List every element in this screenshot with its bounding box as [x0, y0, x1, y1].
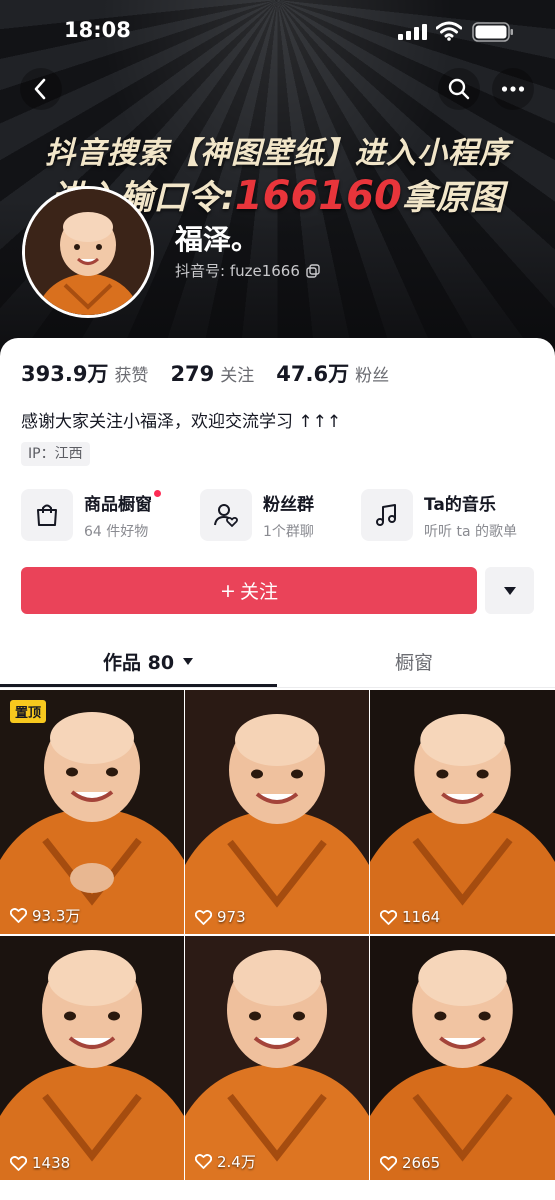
music-note-icon [376, 504, 396, 526]
status-bar: 18:08 [0, 0, 555, 66]
profile-card: 393.9万 获赞 279 关注 47.6万 粉丝 感谢大家关注小福泽，欢迎交流… [0, 338, 555, 1200]
copy-icon[interactable] [306, 263, 320, 278]
video-thumbnail[interactable]: 1438 [0, 936, 184, 1180]
shortcut-icon-box [361, 489, 413, 541]
likes-count: 1438 [32, 1154, 71, 1172]
shortcut-title-text: 商品橱窗 [84, 494, 152, 515]
video-likes: 93.3万 [10, 905, 80, 926]
tab-shop-window[interactable]: 橱窗 [395, 648, 433, 675]
search-button[interactable] [438, 68, 480, 110]
shortcut-shop-window[interactable]: 商品橱窗 64 件好物 [21, 489, 161, 541]
promo-line-1: 抖音搜索【神图壁纸】进入小程序 [45, 136, 510, 171]
more-options-button[interactable] [492, 68, 534, 110]
heart-icon [195, 1154, 212, 1169]
caret-down-icon [503, 586, 516, 595]
likes-count: 973 [217, 908, 246, 926]
follow-label: 关注 [239, 581, 278, 603]
shortcut-title: 粉丝群 [263, 494, 314, 515]
recommend-dropdown-button[interactable] [485, 567, 534, 614]
fan-group-icon [214, 504, 238, 527]
chevron-left-icon [34, 78, 46, 100]
stat-label: 粉丝 [355, 366, 390, 386]
monk-child-image [185, 936, 369, 1180]
monk-child-image [0, 936, 184, 1180]
search-icon [448, 78, 470, 100]
profile-name: 福泽。 [175, 223, 260, 256]
battery-icon [472, 22, 513, 42]
likes-count: 2.4万 [217, 1153, 256, 1171]
shortcut-subtitle: 1个群聊 [263, 523, 314, 540]
profile-stats: 393.9万 获赞 279 关注 47.6万 粉丝 [21, 358, 411, 388]
shortcut-icon-box [200, 489, 252, 541]
stat-value: 47.6万 [276, 362, 350, 386]
video-likes: 1164 [380, 908, 440, 926]
video-thumbnail[interactable]: 2665 [370, 936, 555, 1180]
shortcut-icon-box [21, 489, 73, 541]
shortcut-text: 粉丝群 1个群聊 [263, 490, 314, 541]
stat-value: 279 [170, 362, 215, 386]
stat-likes[interactable]: 393.9万 获赞 [21, 358, 148, 388]
video-likes: 2.4万 [195, 1151, 256, 1172]
likes-count: 93.3万 [32, 907, 81, 925]
heart-icon [10, 1155, 27, 1171]
shortcut-fan-group[interactable]: 粉丝群 1个群聊 [200, 489, 314, 541]
profile-bio: 感谢大家关注小福泽，欢迎交流学习 ↑↑↑ [21, 412, 342, 432]
monk-child-image [0, 690, 184, 934]
shopping-bag-icon [37, 504, 57, 526]
tab-label: 作品 80 [103, 652, 175, 674]
stat-followers[interactable]: 47.6万 粉丝 [276, 358, 389, 388]
stat-value: 393.9万 [21, 362, 109, 386]
home-indicator[interactable] [178, 1184, 378, 1189]
video-likes: 973 [195, 908, 246, 926]
shortcut-subtitle: 64 件好物 [84, 523, 149, 540]
heart-icon [380, 1155, 397, 1171]
tab-works[interactable]: 作品 80 [103, 648, 194, 675]
monk-child-image [185, 690, 369, 934]
shortcut-music[interactable]: Ta的音乐 听听 ta 的歌单 [361, 489, 517, 541]
shortcut-title: Ta的音乐 [424, 494, 496, 515]
stat-following[interactable]: 279 关注 [170, 361, 254, 386]
shortcut-text: 商品橱窗 64 件好物 [84, 489, 161, 541]
monk-child-image [370, 936, 555, 1180]
cellular-signal-icon [398, 24, 427, 40]
likes-count: 1164 [402, 908, 441, 926]
heart-icon [380, 909, 397, 925]
douyin-id: 抖音号: fuze1666 [175, 260, 320, 281]
video-likes: 2665 [380, 1154, 440, 1172]
active-tab-indicator [0, 684, 277, 687]
avatar[interactable] [22, 186, 154, 318]
follow-button[interactable]: + 关注 [21, 567, 477, 614]
ip-location-tag: IP：江西 [21, 442, 90, 466]
shortcut-subtitle: 听听 ta 的歌单 [424, 523, 517, 540]
plus-icon: + [220, 579, 236, 602]
video-thumbnail[interactable]: 2.4万 [185, 936, 369, 1180]
video-likes: 1438 [10, 1154, 70, 1172]
promo-suffix: 拿原图 [401, 178, 504, 218]
heart-icon [195, 909, 212, 925]
stat-label: 获赞 [114, 366, 149, 386]
stat-label: 关注 [220, 366, 255, 386]
promo-code: 166160 [234, 173, 402, 219]
heart-icon [10, 908, 27, 923]
video-thumbnail[interactable]: 973 [185, 690, 369, 934]
pinned-badge: 置顶 [10, 700, 47, 723]
avatar-image [25, 189, 151, 315]
likes-count: 2665 [402, 1154, 441, 1172]
content-tabs: 作品 80 橱窗 [0, 634, 555, 688]
caret-down-icon [183, 658, 194, 665]
video-thumbnail[interactable]: 1164 [370, 690, 555, 934]
ellipsis-icon [501, 86, 525, 92]
video-grid: 置顶 93.3万 973 1164 1438 2.4万 2665 [0, 690, 555, 1180]
monk-child-image [370, 690, 555, 934]
wifi-icon [436, 21, 462, 41]
douyin-id-text: 抖音号: fuze1666 [175, 262, 300, 280]
shortcut-title: 商品橱窗 [84, 489, 161, 515]
notification-dot [154, 489, 161, 497]
back-button[interactable] [20, 68, 62, 110]
video-thumbnail[interactable]: 置顶 93.3万 [0, 690, 184, 934]
status-time: 18:08 [64, 18, 131, 42]
shortcut-text: Ta的音乐 听听 ta 的歌单 [424, 490, 517, 541]
